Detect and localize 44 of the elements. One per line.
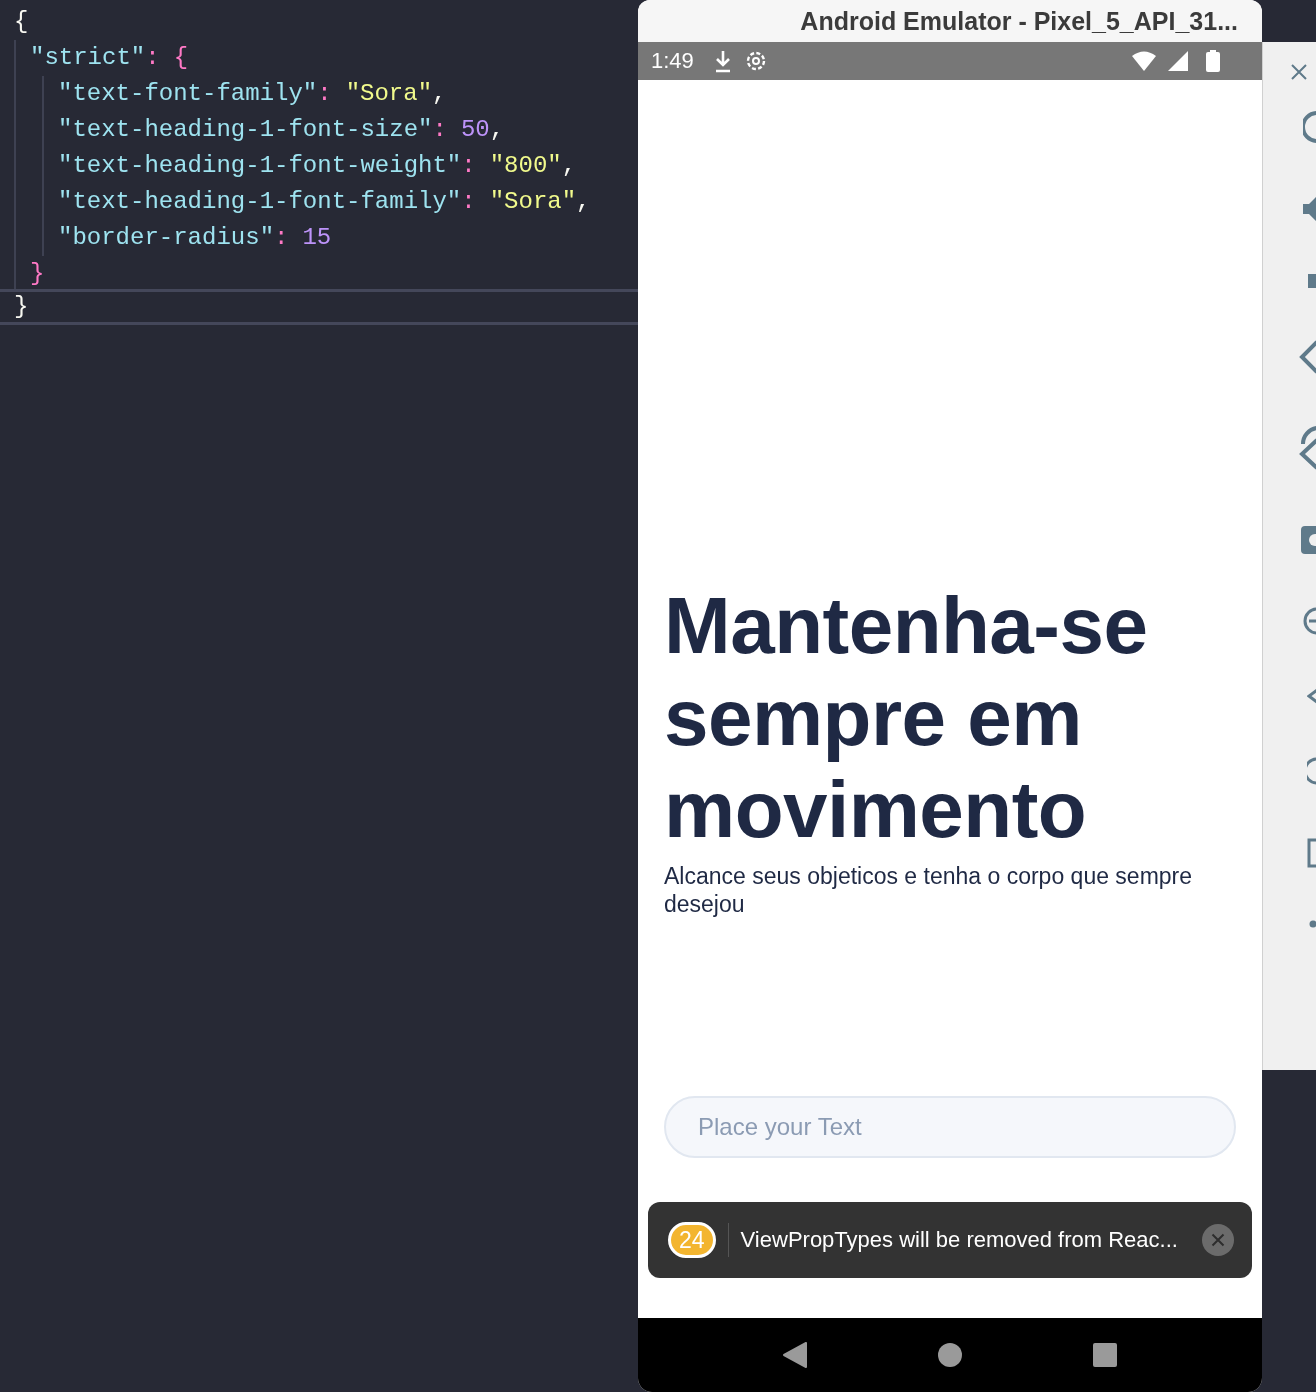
window-title: Android Emulator - Pixel_5_API_31... [800, 6, 1238, 36]
number-value: 15 [302, 224, 332, 251]
colon-text: : [274, 224, 289, 251]
warning-count: 24 [668, 1222, 716, 1258]
warning-message: ViewPropTypes will be removed from Reac... [740, 1226, 1178, 1254]
json-key: "strict" [30, 44, 146, 71]
brace-text: , [489, 116, 505, 143]
json-key: "text-heading-1-font-size" [58, 116, 433, 143]
battery-icon [1206, 50, 1220, 72]
number-value: 50 [460, 116, 490, 143]
colon-text: : [432, 116, 447, 143]
heading: Mantenha-se sempre em movimento [664, 580, 1149, 856]
brace-text: } [30, 260, 45, 287]
speaker-icon[interactable] [1303, 196, 1316, 222]
json-key: "border-radius" [58, 224, 275, 251]
warning-toast[interactable]: 24 ViewPropTypes will be removed from Reac... [648, 1202, 1252, 1278]
colon-text: : [461, 152, 476, 179]
subtitle: Alcance seus objeticos e tenha o corpo que sempre desejou [664, 862, 1194, 918]
rotate-left-icon[interactable] [1299, 340, 1316, 374]
wifi-icon [1132, 51, 1156, 71]
clock-text: 1:49 [651, 48, 694, 74]
brace-text: { [173, 44, 189, 71]
signal-icon [1168, 51, 1188, 71]
brace-text: , [576, 188, 591, 215]
json-key: "text-heading-1-font-family" [58, 188, 462, 215]
close-icon[interactable] [1202, 1224, 1234, 1256]
back-icon[interactable] [783, 1342, 808, 1368]
json-key: "text-font-family" [58, 80, 318, 107]
brace-text: , [561, 152, 577, 179]
back-icon[interactable] [1307, 688, 1316, 704]
download-icon [713, 49, 732, 73]
brace-text: , [432, 80, 447, 107]
brace-text: } [14, 293, 29, 320]
close-icon[interactable] [1291, 64, 1307, 80]
string-value: "800" [489, 152, 562, 179]
more-icon[interactable] [1309, 920, 1316, 928]
string-value: "Sora" [489, 188, 577, 215]
string-value: "Sora" [345, 80, 433, 107]
json-key: "text-heading-1-font-weight" [58, 152, 462, 179]
colon-text: : [461, 188, 476, 215]
colon-text: : [317, 80, 332, 107]
text-input-field[interactable]: Place your Text [664, 1096, 1236, 1158]
colon-text: : [145, 44, 160, 71]
brace-text: { [14, 8, 29, 35]
